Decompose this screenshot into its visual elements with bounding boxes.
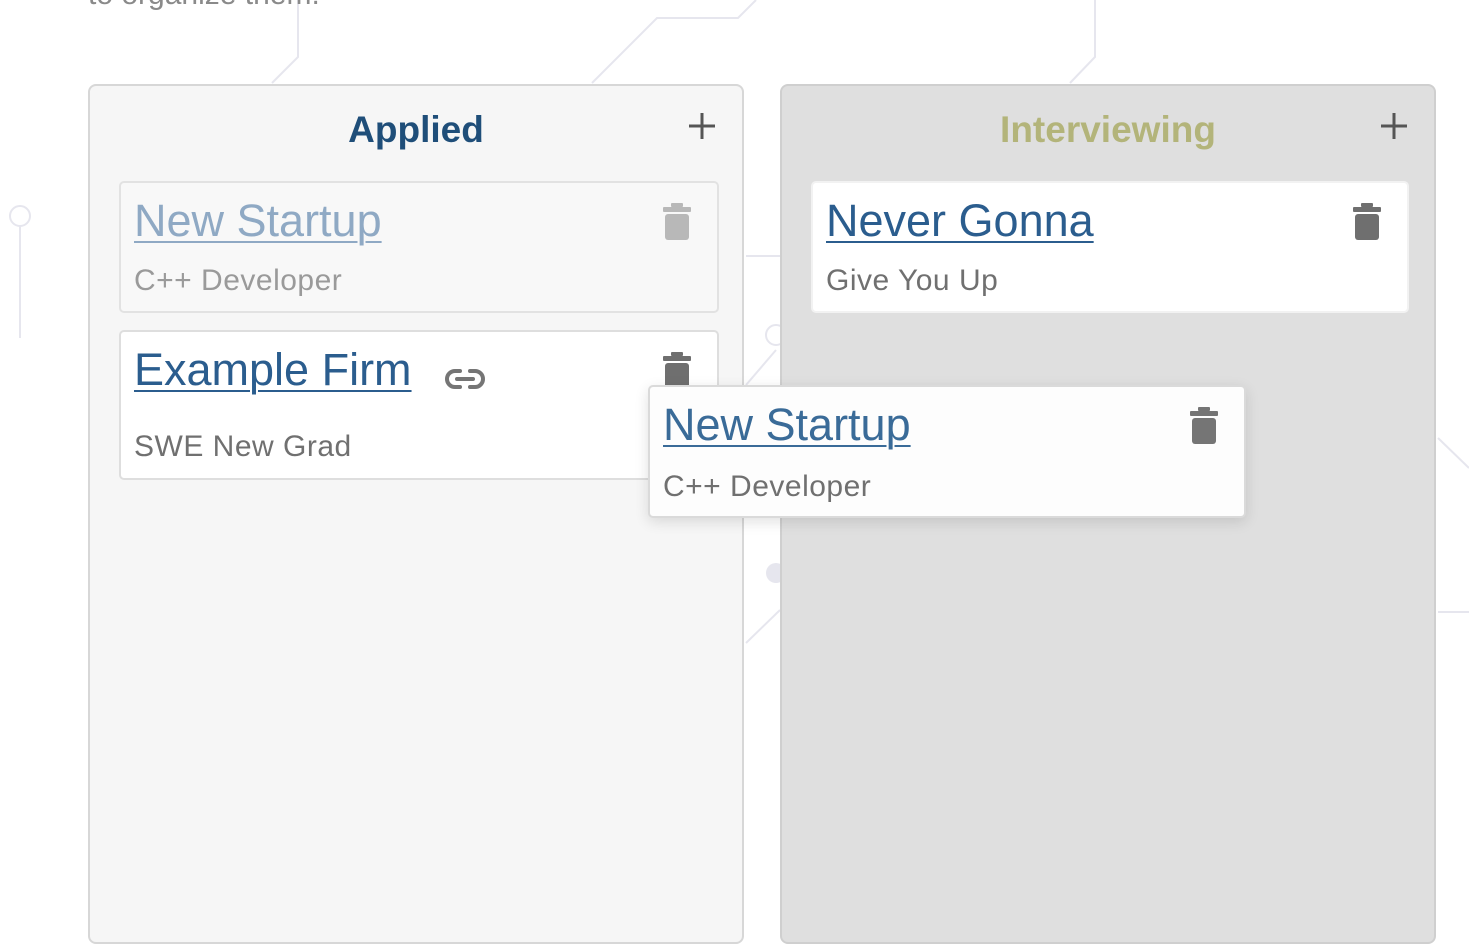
card-role: SWE New Grad bbox=[134, 430, 352, 463]
trash-icon bbox=[1190, 407, 1218, 444]
trash-icon bbox=[663, 203, 691, 240]
column-title-applied: Applied bbox=[348, 109, 484, 150]
add-application-button[interactable] bbox=[686, 108, 718, 144]
column-applied: Applied New Startup C++ Developer Exampl… bbox=[88, 84, 744, 944]
column-title-interviewing: Interviewing bbox=[1000, 109, 1216, 150]
card-company-link[interactable]: Never Gonna bbox=[826, 195, 1094, 247]
application-card[interactable]: Example Firm SWE New Grad bbox=[119, 330, 719, 480]
trash-icon bbox=[1353, 203, 1381, 240]
card-company-link[interactable]: New Startup bbox=[134, 195, 382, 247]
delete-card-button[interactable] bbox=[662, 203, 692, 241]
card-company-link[interactable]: New Startup bbox=[663, 399, 911, 451]
dragging-application-card[interactable]: New Startup C++ Developer bbox=[648, 385, 1246, 518]
delete-card-button[interactable] bbox=[1352, 203, 1382, 241]
plus-icon bbox=[1381, 113, 1407, 139]
delete-card-button[interactable] bbox=[1189, 407, 1219, 445]
add-application-button[interactable] bbox=[1378, 108, 1410, 144]
card-role: Give You Up bbox=[826, 264, 999, 297]
link-icon[interactable] bbox=[444, 365, 486, 393]
intro-text: to organize them. bbox=[88, 0, 320, 12]
card-role: C++ Developer bbox=[134, 264, 343, 297]
card-company-link[interactable]: Example Firm bbox=[134, 344, 412, 396]
application-card[interactable]: Never Gonna Give You Up bbox=[811, 181, 1409, 313]
card-role: C++ Developer bbox=[663, 470, 872, 503]
plus-icon bbox=[689, 113, 715, 139]
application-card-placeholder: New Startup C++ Developer bbox=[119, 181, 719, 313]
